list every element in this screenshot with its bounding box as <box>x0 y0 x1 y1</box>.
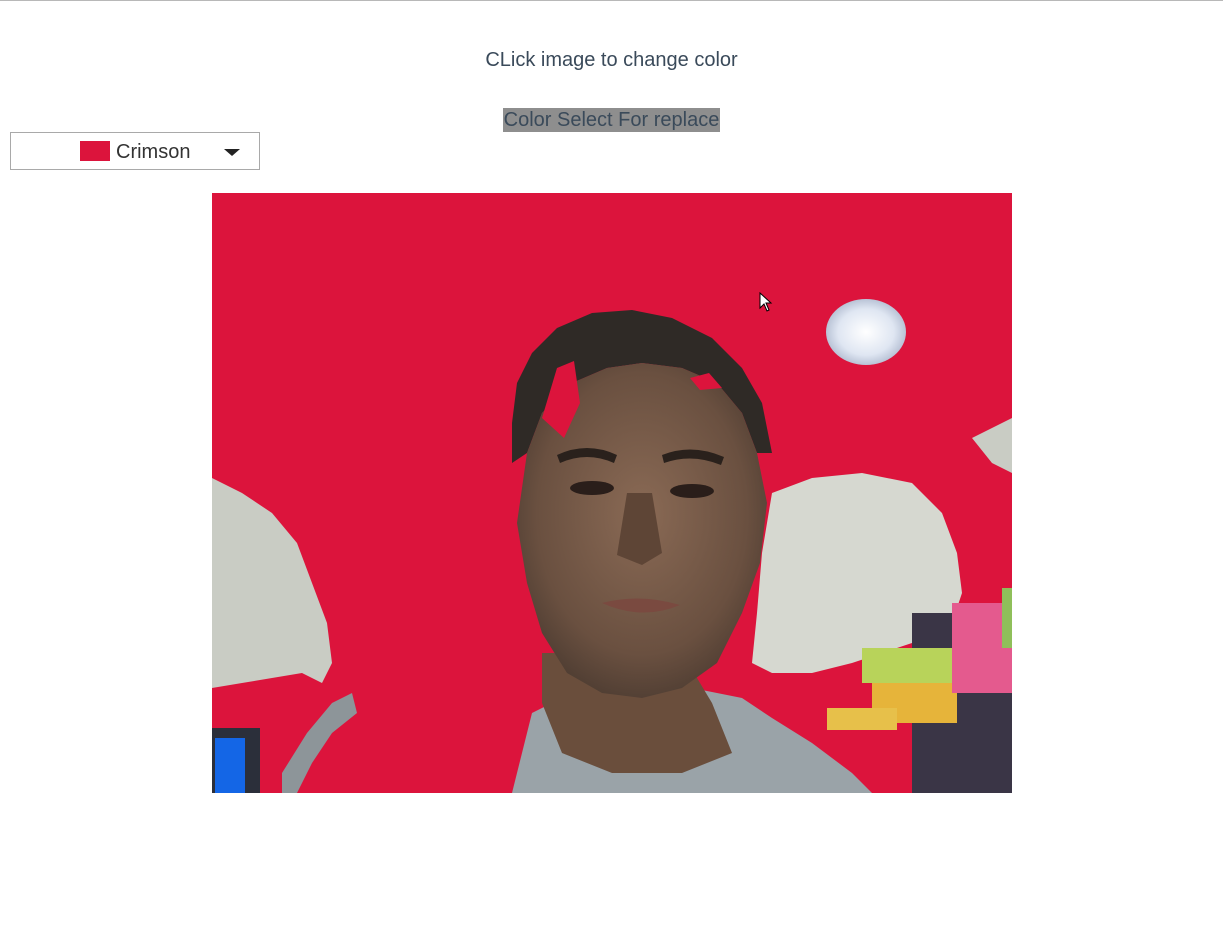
webcam-image-canvas <box>212 193 1012 793</box>
shelf-item-box <box>827 708 897 730</box>
picker-label-row: Color Select For replace <box>0 108 1223 132</box>
selected-color-name: Crimson <box>116 141 191 163</box>
monitor-screen <box>215 738 245 793</box>
instruction-text: CLick image to change color <box>485 49 738 71</box>
shelf-item-green <box>862 648 957 683</box>
webcam-image[interactable] <box>212 193 1012 793</box>
ceiling-lamp <box>826 299 906 365</box>
right-eye <box>670 484 714 498</box>
top-divider <box>0 0 1223 1</box>
color-picker-label: Color Select For replace <box>502 108 721 132</box>
caret-down-icon <box>224 149 240 156</box>
color-swatch <box>80 141 110 161</box>
color-select-dropdown[interactable]: Crimson <box>10 132 260 170</box>
left-eye <box>570 481 614 495</box>
shelf-item-edge <box>1002 588 1012 648</box>
